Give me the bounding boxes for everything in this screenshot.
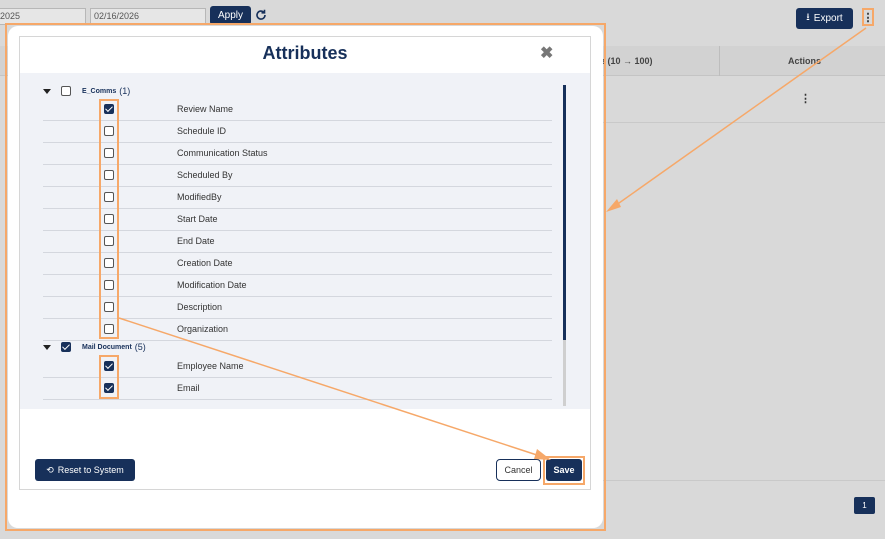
group-label: Mail Document (82, 343, 132, 351)
list-item[interactable]: ModifiedBy (43, 187, 552, 209)
item-label: ModifiedBy (177, 192, 222, 202)
item-label: Creation Date (177, 258, 233, 268)
more-options-icon[interactable]: ⋮ (862, 8, 874, 26)
list-item[interactable]: Organization (43, 319, 552, 341)
item-label: Schedule ID (177, 126, 227, 136)
export-button[interactable]: ⭳ Export (796, 8, 853, 29)
group-count: (1) (119, 86, 131, 96)
row-divider (600, 122, 885, 123)
collapse-caret-icon[interactable] (43, 344, 51, 350)
close-icon[interactable]: ✖ (540, 43, 553, 63)
checkbox-highlight (99, 99, 119, 339)
list-item[interactable]: End Date (43, 231, 552, 253)
item-label: Employee Name (177, 361, 244, 371)
item-label: Modification Date (177, 280, 247, 290)
reset-to-system-button[interactable]: ⟲ Reset to System (35, 459, 135, 481)
list-item[interactable]: Description (43, 297, 552, 319)
column-divider (719, 46, 720, 76)
modal-title: Attributes (262, 43, 348, 63)
list-item[interactable]: Email (43, 378, 552, 400)
refresh-icon[interactable] (255, 9, 267, 21)
item-label: Review Name (177, 104, 234, 114)
item-label: End Date (177, 236, 215, 246)
group-count: (5) (134, 342, 146, 352)
group-mail-document: Mail Document (5) (43, 342, 146, 352)
save-button[interactable]: Save (546, 459, 582, 481)
list-item[interactable]: Scheduled By (43, 165, 552, 187)
item-label: Scheduled By (177, 170, 233, 180)
item-label: Email (177, 383, 200, 393)
item-label: Organization (177, 324, 229, 334)
group-checkbox-ecomms[interactable] (61, 86, 71, 96)
item-label: Description (177, 302, 223, 312)
actions-column-header: Actions (788, 56, 822, 66)
reset-icon: ⟲ (46, 464, 54, 475)
list-item[interactable]: Start Date (43, 209, 552, 231)
item-label: Start Date (177, 214, 218, 224)
scrollbar-thumb[interactable] (563, 85, 566, 340)
list-item[interactable]: Employee Name (43, 356, 552, 378)
item-label: Communication Status (177, 148, 268, 158)
row-actions-icon[interactable]: ⋮ (800, 92, 811, 105)
page-button[interactable]: 1 (854, 497, 875, 514)
checkbox-highlight (99, 355, 119, 399)
list-item[interactable]: Modification Date (43, 275, 552, 297)
list-item[interactable]: Creation Date (43, 253, 552, 275)
reset-label: Reset to System (57, 465, 124, 475)
collapse-caret-icon[interactable] (43, 88, 51, 94)
group-label: E_Comms (82, 87, 117, 95)
scrollbar-track[interactable] (563, 340, 566, 406)
download-icon: ⭳ (806, 12, 810, 23)
list-item[interactable]: Communication Status (43, 143, 552, 165)
group-checkbox-mail-document[interactable] (61, 342, 71, 352)
group-ecomms: E_Comms (1) (43, 86, 130, 96)
cancel-button[interactable]: Cancel (496, 459, 541, 481)
list-item[interactable]: Schedule ID (43, 121, 552, 143)
list-item[interactable]: Review Name (43, 99, 552, 121)
footer-divider (600, 480, 885, 481)
export-label: Export (813, 13, 843, 24)
